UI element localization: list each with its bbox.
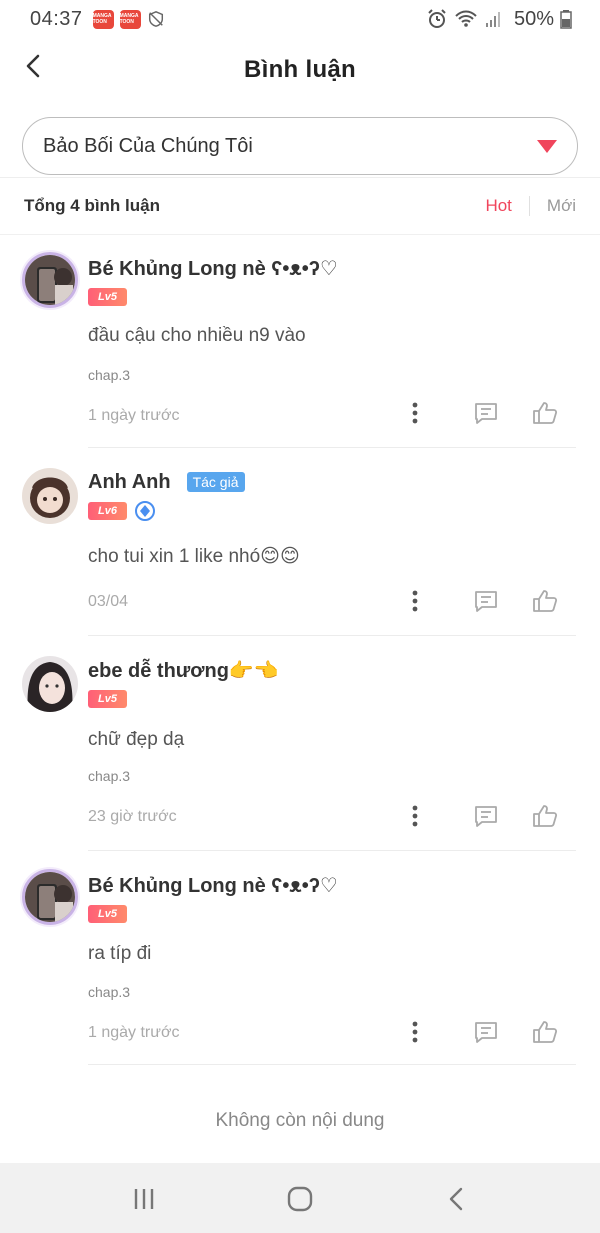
divider	[0, 234, 600, 235]
author-tag: Tác giả	[186, 472, 245, 492]
comment-text: chữ đẹp dạ	[88, 729, 185, 750]
comment-text: ra típ đi	[88, 943, 152, 964]
comment-actions	[88, 801, 576, 831]
wifi-icon	[455, 10, 477, 27]
more-options-button[interactable]	[400, 398, 430, 428]
home-button[interactable]	[280, 1181, 320, 1217]
comment-icon	[475, 591, 497, 612]
level-badge: Lv5	[88, 288, 127, 306]
avatar[interactable]	[22, 468, 78, 524]
comment-icon	[475, 403, 497, 424]
shield-off-icon	[148, 11, 163, 27]
comment-icon	[475, 1022, 497, 1043]
status-notification-icons: MANGA TOON MANGA TOON	[92, 9, 165, 29]
page-title: Bình luận	[243, 56, 357, 83]
avatar[interactable]	[22, 252, 78, 308]
user-name[interactable]: Bé Khủng Long nè ʕ•ᴥ•ʔ♡	[88, 256, 338, 281]
chapter-label: chap.3	[88, 984, 131, 1000]
caret-down-icon	[537, 139, 557, 153]
comment-body: Bé Khủng Long nè ʕ•ᴥ•ʔ♡ Lv5 đầu cậu cho …	[88, 254, 576, 424]
reply-button[interactable]	[471, 1017, 501, 1047]
status-system-icons: 50%	[426, 8, 572, 31]
back-button[interactable]	[18, 50, 50, 82]
user-name[interactable]: ebe dễ thương👉👈	[88, 658, 279, 683]
divider	[88, 1064, 576, 1065]
user-name[interactable]: Bé Khủng Long nè ʕ•ᴥ•ʔ♡	[88, 873, 338, 898]
chevron-left-icon	[26, 54, 40, 78]
level-badge: Lv5	[88, 690, 127, 708]
home-icon	[287, 1186, 313, 1212]
comment-actions	[88, 586, 576, 616]
tab-new[interactable]: Mới	[547, 196, 576, 216]
tab-separator	[528, 196, 530, 216]
comment-body: ebe dễ thương👉👈 Lv5 chữ đẹp dạ chap.3 23…	[88, 656, 576, 827]
avatar-image	[22, 656, 78, 712]
more-options-button[interactable]	[400, 1017, 430, 1047]
alarm-icon	[428, 9, 446, 28]
app-header: Bình luận	[0, 38, 600, 102]
comment-text: cho tui xin 1 like nhó😊😊	[88, 546, 300, 567]
more-vertical-icon	[412, 1021, 418, 1043]
reply-button[interactable]	[471, 398, 501, 428]
battery-percent: 50%	[513, 7, 554, 30]
chapter-label: chap.3	[88, 768, 131, 784]
thumbs-up-icon	[533, 590, 558, 612]
avatar-image	[22, 468, 78, 524]
diamond-icon	[135, 501, 155, 521]
comment-actions	[88, 1017, 576, 1047]
level-badge: Lv5	[88, 905, 127, 923]
level-badge: Lv6	[88, 502, 127, 520]
battery-icon	[560, 10, 572, 29]
avatar[interactable]	[22, 656, 78, 712]
story-selector-dropdown[interactable]: Bảo Bối Của Chúng Tôi	[22, 117, 578, 175]
thumbs-up-icon	[533, 402, 558, 424]
comment-body: Anh Anh Tác giả Lv6 cho tui xin 1 like n…	[88, 468, 576, 612]
comment-actions	[88, 398, 576, 428]
system-back-button[interactable]	[436, 1181, 476, 1217]
reply-button[interactable]	[471, 586, 501, 616]
divider	[88, 447, 576, 448]
like-button[interactable]	[530, 801, 560, 831]
end-of-content-label: Không còn nội dung	[215, 1110, 385, 1131]
status-time: 04:37	[30, 7, 83, 30]
chapter-label: chap.3	[88, 367, 131, 383]
comment-icon	[475, 806, 497, 827]
more-options-button[interactable]	[400, 586, 430, 616]
avatar-image	[25, 872, 75, 922]
more-vertical-icon	[412, 590, 418, 612]
more-vertical-icon	[412, 402, 418, 424]
system-nav-bar	[0, 1163, 600, 1233]
thumbs-up-icon	[533, 805, 558, 827]
selected-story: Bảo Bối Của Chúng Tôi	[43, 134, 253, 157]
reply-button[interactable]	[471, 801, 501, 831]
tab-hot[interactable]: Hot	[485, 196, 511, 216]
comment-count: Tổng 4 bình luận	[24, 196, 160, 215]
back-arrow-icon	[449, 1187, 463, 1211]
comments-toolbar: Tổng 4 bình luận Hot Mới	[0, 178, 600, 234]
sort-tabs: Hot Mới	[485, 196, 576, 216]
like-button[interactable]	[530, 586, 560, 616]
like-button[interactable]	[530, 1017, 560, 1047]
more-vertical-icon	[412, 805, 418, 827]
more-options-button[interactable]	[400, 801, 430, 831]
avatar[interactable]	[22, 869, 78, 925]
user-name[interactable]: Anh Anh	[88, 471, 171, 494]
mangatoon-app-icon: MANGA TOON	[92, 9, 114, 29]
thumbs-up-icon	[533, 1021, 558, 1043]
divider	[88, 635, 576, 636]
like-button[interactable]	[530, 398, 560, 428]
mangatoon-app-icon: MANGA TOON	[119, 9, 141, 29]
comment-body: Bé Khủng Long nè ʕ•ᴥ•ʔ♡ Lv5 ra típ đi ch…	[88, 871, 576, 1043]
recent-apps-icon	[134, 1189, 154, 1209]
recent-apps-button[interactable]	[124, 1181, 164, 1217]
signal-icon	[485, 12, 500, 27]
status-bar: 04:37 MANGA TOON MANGA TOON 50%	[0, 0, 600, 38]
avatar-image	[25, 255, 75, 305]
divider	[88, 850, 576, 851]
comment-text: đầu cậu cho nhiều n9 vào	[88, 325, 306, 346]
